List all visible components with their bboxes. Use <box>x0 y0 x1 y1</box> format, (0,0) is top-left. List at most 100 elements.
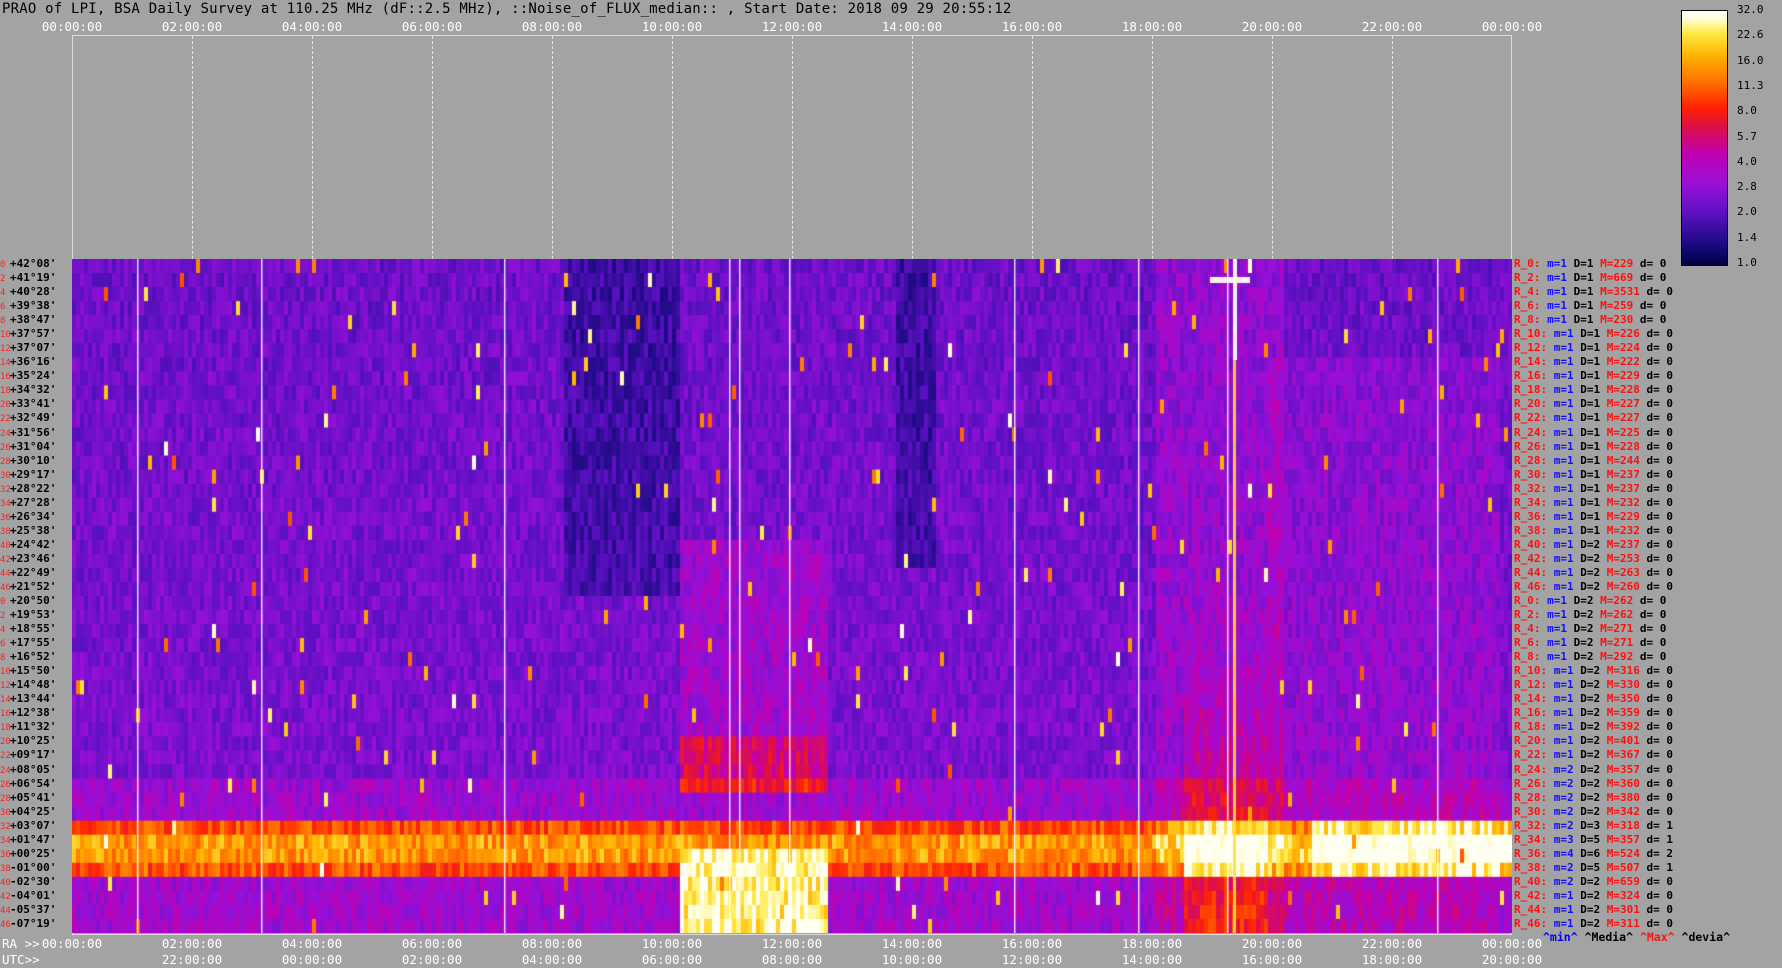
row-stat-field: M=659 <box>1600 874 1640 888</box>
row-stat-field: m=1 <box>1547 537 1574 551</box>
beam-index: 46 <box>0 582 11 593</box>
row-stat-field: R_28: <box>1514 453 1548 467</box>
utc-tick-label: 02:00:00 <box>401 952 463 967</box>
utc-tick-label: 18:00:00 <box>1361 952 1423 967</box>
row-stat-field: R_16: <box>1514 369 1548 383</box>
row-stat: R_8: m=1 D=2 M=292 d= 0 <box>1514 651 1666 663</box>
declination-value: +36°16' <box>10 355 57 369</box>
utc-tick-label: 16:00:00 <box>1241 952 1303 967</box>
row-stat-field: M=392 <box>1600 720 1640 734</box>
row-stat-field: d= 0 <box>1639 706 1673 720</box>
declination-value: +35°24' <box>10 369 57 383</box>
row-stat-field: R_18: <box>1514 720 1548 734</box>
row-stat-field: m=1 <box>1547 425 1574 439</box>
declination-value: -07°19' <box>10 916 57 930</box>
colorbar-tick-label: 2.8 <box>1737 180 1757 194</box>
row-stat: R_12: m=1 D=1 M=224 d= 0 <box>1514 342 1673 354</box>
declination-label: 24+31°56' <box>0 425 57 440</box>
row-stat-field: d= 0 <box>1639 734 1673 748</box>
row-stat-field: R_10: <box>1514 327 1548 341</box>
row-stat-field: D=1 <box>1573 425 1601 439</box>
declination-label: 8 +38°47' <box>0 314 56 327</box>
row-stat-field: d= 0 <box>1639 495 1673 509</box>
row-stat: R_16: m=1 D=1 M=229 d= 0 <box>1514 370 1673 382</box>
row-stat-field: M=226 <box>1600 327 1640 341</box>
beam-index: 22 <box>0 414 11 425</box>
declination-label: 0 +42°08' <box>0 258 56 271</box>
row-stat: R_0: m=1 D=1 M=229 d= 0 <box>1514 258 1666 270</box>
row-stat-field: R_36: <box>1514 846 1548 860</box>
row-stat: R_26: m=2 D=2 M=360 d= 0 <box>1514 777 1673 790</box>
declination-value: -02°30' <box>10 874 57 888</box>
row-stat-field: D=2 <box>1573 565 1601 579</box>
row-stat-field: R_22: <box>1514 411 1548 425</box>
declination-value: +08°05' <box>10 762 57 776</box>
declination-label: 12+37°07' <box>0 342 56 355</box>
declination-value: +22°49' <box>10 565 57 579</box>
declination-value: +31°56' <box>10 425 57 439</box>
declination-label: 20+33°41' <box>0 398 56 411</box>
row-stat-field: m=1 <box>1540 271 1567 285</box>
row-stat-field: d= 0 <box>1633 608 1667 622</box>
row-stat-field: d= 0 <box>1639 327 1673 341</box>
declination-label: 24+08°05' <box>0 762 57 777</box>
row-stat: R_34: m=3 D=5 M=357 d= 1 <box>1514 833 1673 846</box>
beam-index: 16 <box>0 709 11 720</box>
row-stat-field: R_16: <box>1514 706 1548 720</box>
declination-label: 10+15°50' <box>0 665 56 678</box>
row-stat-field: M=229 <box>1593 257 1634 270</box>
row-stat-field: M=271 <box>1593 622 1634 636</box>
row-stat-field: D=1 <box>1573 509 1601 523</box>
top-axis-tick-label: 10:00:00 <box>641 19 703 34</box>
row-stat-field: R_8: <box>1514 313 1541 327</box>
row-stat-field: m=1 <box>1540 299 1567 313</box>
row-stat-field: d= 0 <box>1633 594 1667 607</box>
utc-tick-label: 06:00:00 <box>641 952 703 967</box>
declination-value: +23°46' <box>10 551 57 565</box>
colorbar-tick-label: 1.4 <box>1737 230 1757 244</box>
row-stat-field: D=1 <box>1573 495 1601 509</box>
declination-value: +13°44' <box>10 692 57 706</box>
ra-axis-prefix: RA >> <box>2 936 40 951</box>
declination-label: 40-02°30' <box>0 874 57 889</box>
row-stat-field: d= 0 <box>1639 551 1673 565</box>
declination-label: 28+05°41' <box>0 791 56 805</box>
declination-value: +32°49' <box>10 411 57 425</box>
ra-tick-label: 00:00:00 <box>41 936 103 951</box>
row-stat-field: m=1 <box>1540 608 1567 622</box>
top-axis-tick-label: 16:00:00 <box>1001 19 1063 34</box>
declination-value: +09°17' <box>10 748 57 762</box>
row-stat-field: m=1 <box>1540 313 1567 327</box>
declination-value: +21°52' <box>10 579 57 593</box>
row-stat-field: D=2 <box>1573 664 1601 678</box>
colorbar-tick-label: 32.0 <box>1737 3 1764 16</box>
legend-max: ^Max^ <box>1639 930 1675 944</box>
row-stat-field: D=1 <box>1573 369 1601 383</box>
row-stat-field: M=311 <box>1600 916 1640 930</box>
colorbar-tick-label: 8.0 <box>1737 104 1757 118</box>
beam-index: 22 <box>0 751 11 762</box>
row-stat-field: D=2 <box>1567 622 1594 636</box>
declination-value: +38°47' <box>10 313 57 327</box>
row-stat-field: M=524 <box>1600 846 1640 860</box>
colorbar-tick-label: 5.7 <box>1737 129 1757 143</box>
beam-index: 40 <box>0 877 11 888</box>
utc-tick-label: 10:00:00 <box>881 952 943 967</box>
declination-label: 46+21°52' <box>0 579 57 594</box>
declination-label: 26+31°04' <box>0 440 56 454</box>
declination-label: 42+23°46' <box>0 551 57 566</box>
beam-index: 18 <box>0 723 11 734</box>
chart-title: PRAO of LPI, BSA Daily Survey at 110.25 … <box>2 1 1012 17</box>
declination-label: 44+22°49' <box>0 565 57 580</box>
row-stat-field: d= 1 <box>1639 818 1673 832</box>
declination-value: +12°38' <box>10 706 57 720</box>
declination-label: 42-04°01' <box>0 889 56 903</box>
declination-label: 10+37°57' <box>0 328 56 341</box>
row-stat-field: m=1 <box>1547 706 1574 720</box>
row-stat-field: m=2 <box>1547 804 1574 818</box>
row-stat-field: m=1 <box>1547 551 1574 565</box>
row-stat-field: m=2 <box>1547 762 1574 776</box>
declination-value: +27°28' <box>10 495 57 509</box>
row-stat-field: R_6: <box>1514 299 1541 313</box>
ra-tick-label: 02:00:00 <box>161 936 223 951</box>
